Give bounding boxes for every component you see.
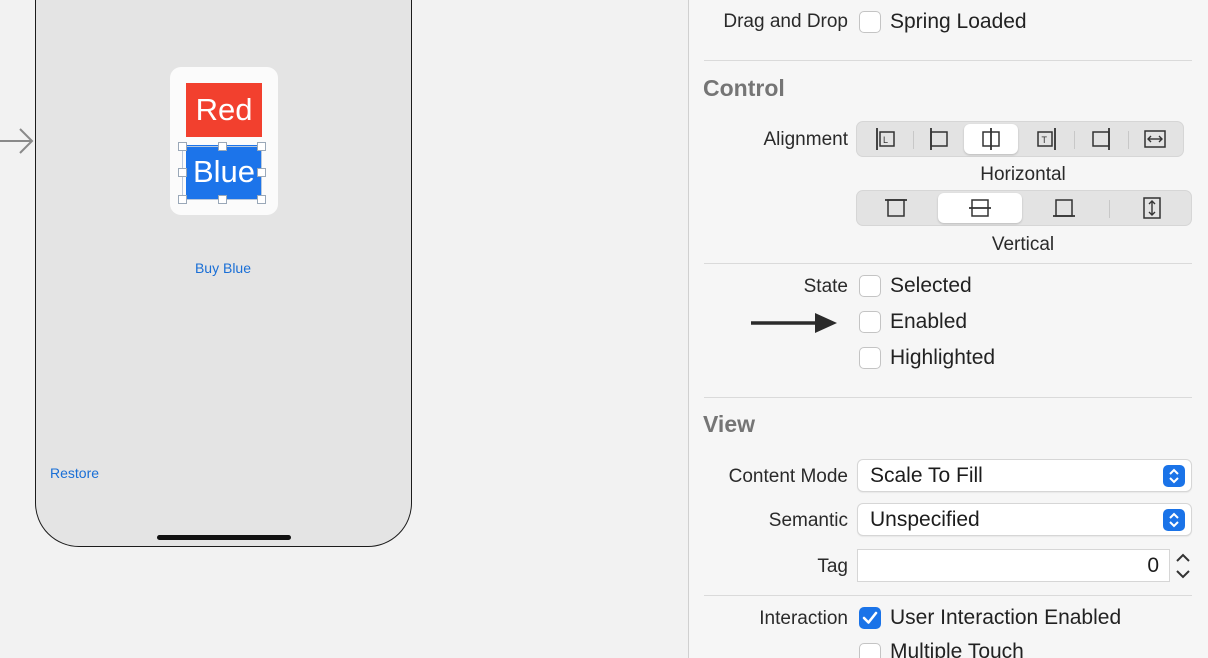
multiple-touch-label: Multiple Touch	[890, 640, 1024, 658]
resize-handle[interactable]	[178, 168, 187, 177]
popup-chevron-icon	[1163, 509, 1185, 531]
resize-handle[interactable]	[178, 195, 187, 204]
entry-point-arrow-icon	[0, 128, 34, 154]
align-fill-vertical-icon	[1143, 197, 1161, 219]
align-top-button[interactable]	[859, 193, 933, 223]
align-middle-icon	[969, 199, 991, 217]
content-mode-popup[interactable]: Scale To Fill	[857, 459, 1192, 492]
home-indicator	[157, 535, 291, 540]
state-label: State	[803, 276, 848, 297]
selected-label: Selected	[890, 274, 972, 297]
separator	[1109, 200, 1110, 218]
resize-handle[interactable]	[218, 142, 227, 151]
content-mode-value: Scale To Fill	[870, 464, 983, 487]
buy-blue-button[interactable]: Buy Blue	[176, 258, 270, 278]
interaction-label: Interaction	[759, 608, 848, 629]
divider	[704, 60, 1192, 61]
popup-chevron-icon	[1163, 465, 1185, 487]
semantic-value: Unspecified	[870, 508, 980, 531]
align-bottom-button[interactable]	[1027, 193, 1101, 223]
align-trailing-button[interactable]: T	[1021, 124, 1073, 154]
align-right-icon	[1092, 128, 1110, 150]
content-mode-label: Content Mode	[728, 466, 848, 487]
storyboard-canvas[interactable]: Red Blue Buy Blue Restore	[0, 0, 688, 658]
svg-text:T: T	[1042, 135, 1048, 145]
highlighted-checkbox[interactable]	[859, 347, 881, 369]
alignment-label: Alignment	[763, 129, 849, 150]
selection-frame	[182, 146, 262, 200]
xcode-window: Red Blue Buy Blue Restore Drag and Drop …	[0, 0, 1208, 658]
product-image-view[interactable]: Red Blue	[170, 67, 278, 215]
align-center-icon	[982, 128, 1000, 150]
align-trailing-icon: T	[1037, 128, 1056, 150]
enabled-label: Enabled	[890, 310, 968, 333]
control-section-title: Control	[703, 75, 785, 101]
multiple-touch-checkbox[interactable]	[859, 643, 881, 658]
align-top-icon	[885, 199, 907, 217]
align-right-button[interactable]	[1075, 124, 1127, 154]
annotation-arrow-icon	[751, 313, 837, 333]
divider	[704, 595, 1192, 596]
view-section-title: View	[703, 411, 755, 437]
checkmark-icon	[862, 611, 878, 624]
resize-handle[interactable]	[218, 195, 227, 204]
resize-handle[interactable]	[257, 195, 266, 204]
horizontal-alignment-control[interactable]: L T	[856, 121, 1184, 157]
tag-field[interactable]: 0	[857, 549, 1170, 582]
align-left-button[interactable]	[913, 124, 965, 154]
vertical-alignment-control[interactable]	[856, 190, 1192, 226]
tag-stepper-icon[interactable]	[1171, 548, 1195, 584]
enabled-checkbox[interactable]	[859, 311, 881, 333]
resize-handle[interactable]	[257, 168, 266, 177]
red-label: Red	[186, 83, 262, 137]
align-left-icon	[930, 128, 948, 150]
divider	[704, 397, 1192, 398]
align-middle-button[interactable]	[938, 193, 1022, 223]
semantic-label: Semantic	[768, 510, 848, 531]
tag-label: Tag	[817, 556, 848, 577]
user-interaction-label: User Interaction Enabled	[890, 606, 1122, 629]
tag-value: 0	[1147, 554, 1159, 577]
spring-loaded-checkbox[interactable]	[859, 11, 881, 33]
svg-text:L: L	[883, 135, 888, 145]
align-fill-vertical-button[interactable]	[1115, 193, 1189, 223]
vertical-caption: Vertical	[991, 234, 1055, 255]
align-fill-button[interactable]	[1129, 124, 1181, 154]
align-bottom-icon	[1053, 199, 1075, 217]
highlighted-label: Highlighted	[890, 346, 996, 369]
resize-handle[interactable]	[257, 142, 266, 151]
align-leading-button[interactable]: L	[859, 124, 911, 154]
drag-and-drop-label: Drag and Drop	[723, 11, 848, 32]
align-leading-icon: L	[876, 128, 895, 150]
resize-handle[interactable]	[178, 142, 187, 151]
align-fill-horizontal-icon	[1144, 130, 1166, 148]
align-center-button[interactable]	[964, 124, 1018, 154]
spring-loaded-label: Spring Loaded	[890, 10, 1027, 33]
horizontal-caption: Horizontal	[980, 164, 1066, 185]
semantic-popup[interactable]: Unspecified	[857, 503, 1192, 536]
restore-button[interactable]: Restore	[50, 463, 114, 483]
selected-checkbox[interactable]	[859, 275, 881, 297]
iphone-scene[interactable]: Red Blue Buy Blue Restore	[35, 0, 412, 547]
divider	[704, 263, 1192, 264]
user-interaction-checkbox[interactable]	[859, 607, 881, 629]
